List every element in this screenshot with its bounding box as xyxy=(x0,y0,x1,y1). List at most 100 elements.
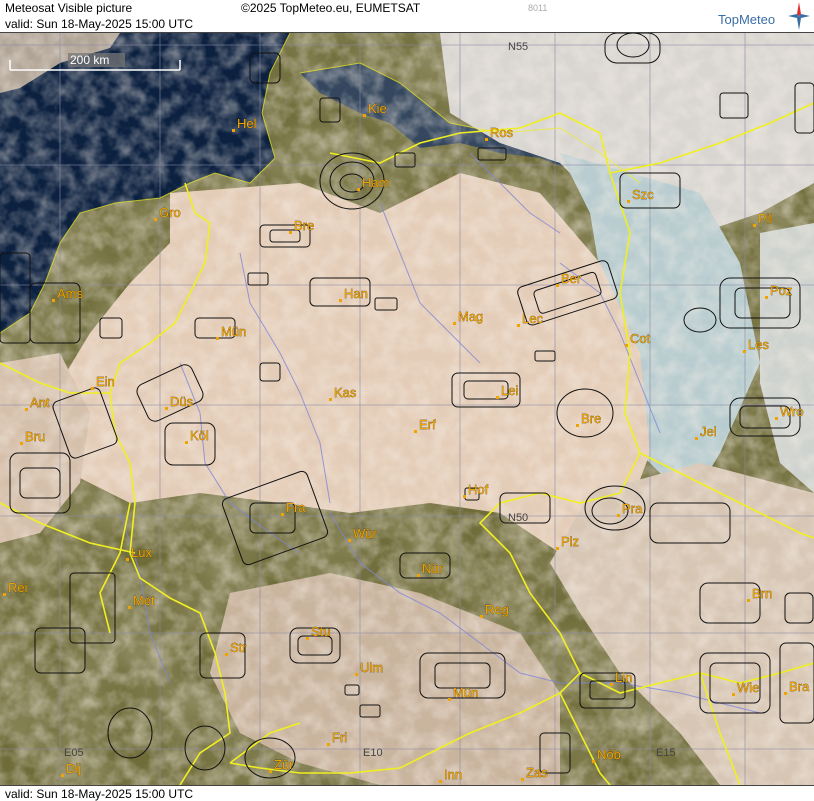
city-marker-ber xyxy=(556,284,559,287)
city-marker-fra xyxy=(281,513,284,516)
city-label-bru: Bru xyxy=(25,429,45,444)
city-marker-ams xyxy=(52,299,55,302)
city-label-cot: Cot xyxy=(630,331,651,346)
city-label-kol: Köl xyxy=(190,428,209,443)
satellite-map[interactable]: 200 km N55 N50 E05 E10 E15 Hel Kie Ros Ham S… xyxy=(0,33,814,785)
city-marker-zur xyxy=(269,770,272,773)
city-marker-lec xyxy=(517,324,520,327)
city-marker-dij xyxy=(61,774,64,777)
city-marker-lei xyxy=(496,396,499,399)
city-label-zas: Zas xyxy=(526,765,548,780)
city-marker-jel xyxy=(695,437,698,440)
city-marker-erf xyxy=(414,430,417,433)
city-marker-nur xyxy=(417,574,420,577)
city-label-jel: Jel xyxy=(700,424,717,439)
city-label-inn: Inn xyxy=(444,767,462,782)
city-label-zur: Zür xyxy=(274,757,294,772)
city-label-lei: Lei xyxy=(501,383,518,398)
city-label-brn: Brn xyxy=(752,586,772,601)
valid-time: valid: Sun 18-May-2025 15:00 UTC xyxy=(5,17,194,31)
city-marker-ros xyxy=(485,138,488,141)
city-label-gro: Gro xyxy=(159,205,181,220)
city-marker-poz xyxy=(765,296,768,299)
cloud-texture xyxy=(0,33,814,785)
city-marker-ham xyxy=(357,188,360,191)
city-marker-bru xyxy=(20,442,23,445)
city-marker-dus xyxy=(165,407,168,410)
city-marker-mag xyxy=(453,322,456,325)
city-marker-kol xyxy=(185,441,188,444)
city-label-erf: Erf xyxy=(419,417,436,432)
city-label-fri: Fri xyxy=(332,730,347,745)
city-label-mag: Mag xyxy=(458,309,483,324)
city-label-dij: Dij xyxy=(66,761,81,776)
city-label-ulm: Ulm xyxy=(360,660,383,675)
city-label-les: Les xyxy=(748,337,769,352)
city-label-kas: Kas xyxy=(334,385,357,400)
city-marker-mun1 xyxy=(216,337,219,340)
lon-label-e05: E05 xyxy=(64,747,84,759)
logo-text: TopMeteo xyxy=(718,12,776,27)
city-label-nur: Nür xyxy=(422,561,444,576)
city-marker-pil xyxy=(753,224,756,227)
city-label-stu: Stu xyxy=(311,624,331,639)
city-label-ber: Ber xyxy=(561,271,582,286)
city-label-ein: Ein xyxy=(96,374,115,389)
city-label-str: Str xyxy=(230,640,247,655)
city-marker-reg xyxy=(480,615,483,618)
city-marker-hel xyxy=(232,129,235,132)
lon-label-e15: E15 xyxy=(656,747,676,759)
city-label-wur: Wür xyxy=(353,526,378,541)
city-marker-les xyxy=(743,350,746,353)
city-marker-plz xyxy=(556,547,559,550)
scale-bar-label: 200 km xyxy=(70,53,109,67)
city-label-reg: Reg xyxy=(485,602,509,617)
city-marker-bre1 xyxy=(289,231,292,234)
city-marker-kas xyxy=(329,398,332,401)
lat-label-n55: N55 xyxy=(508,41,528,53)
city-marker-stu xyxy=(306,637,309,640)
city-marker-wie xyxy=(732,693,735,696)
satellite-image: 200 km N55 N50 E05 E10 E15 Hel Kie Ros Ham S… xyxy=(0,33,814,785)
city-marker-wur xyxy=(348,539,351,542)
city-label-lux: Lux xyxy=(131,545,152,560)
city-label-pra: Pra xyxy=(622,501,643,516)
image-code: 8011 xyxy=(528,3,548,13)
city-marker-lux xyxy=(126,558,129,561)
city-label-bre1: Bre xyxy=(294,218,314,233)
city-label-fra: Fra xyxy=(286,500,306,515)
city-label-mun1: Mün xyxy=(221,324,246,339)
city-label-wie: Wie xyxy=(737,680,759,695)
city-marker-hof xyxy=(463,495,466,498)
city-label-ant: Ant xyxy=(30,395,50,410)
city-marker-zas xyxy=(521,778,524,781)
city-marker-han xyxy=(339,299,342,302)
city-marker-rei xyxy=(3,593,6,596)
city-marker-met xyxy=(128,606,131,609)
city-label-kie: Kie xyxy=(368,101,387,116)
city-marker-wro xyxy=(775,417,778,420)
city-label-plz: Plz xyxy=(561,534,579,549)
city-marker-kie xyxy=(363,114,366,117)
city-marker-pra xyxy=(617,514,620,517)
city-marker-ant xyxy=(25,408,28,411)
city-marker-fri xyxy=(327,743,330,746)
city-label-ams: Ams xyxy=(57,286,84,301)
city-marker-brn xyxy=(747,599,750,602)
city-label-lec: Lec xyxy=(522,311,543,326)
city-label-mun2: Mün xyxy=(453,685,478,700)
city-marker-str xyxy=(225,653,228,656)
meteosat-viewer: Meteosat Visible picture valid: Sun 18-M… xyxy=(0,0,814,801)
city-label-bra: Bra xyxy=(789,679,810,694)
footer-bar: valid: Sun 18-May-2025 15:00 UTC xyxy=(0,785,814,801)
city-marker-mun2 xyxy=(448,698,451,701)
city-marker-bra xyxy=(784,692,787,695)
city-marker-lin xyxy=(610,683,613,686)
city-marker-bre2 xyxy=(576,424,579,427)
city-label-wro: Wro xyxy=(780,404,804,419)
lat-label-n50: N50 xyxy=(508,512,528,524)
compass-star-icon xyxy=(788,2,810,30)
city-label-nob: Nöb xyxy=(597,747,621,762)
city-label-szc: Szc xyxy=(632,187,654,202)
city-label-met: Met xyxy=(133,593,155,608)
